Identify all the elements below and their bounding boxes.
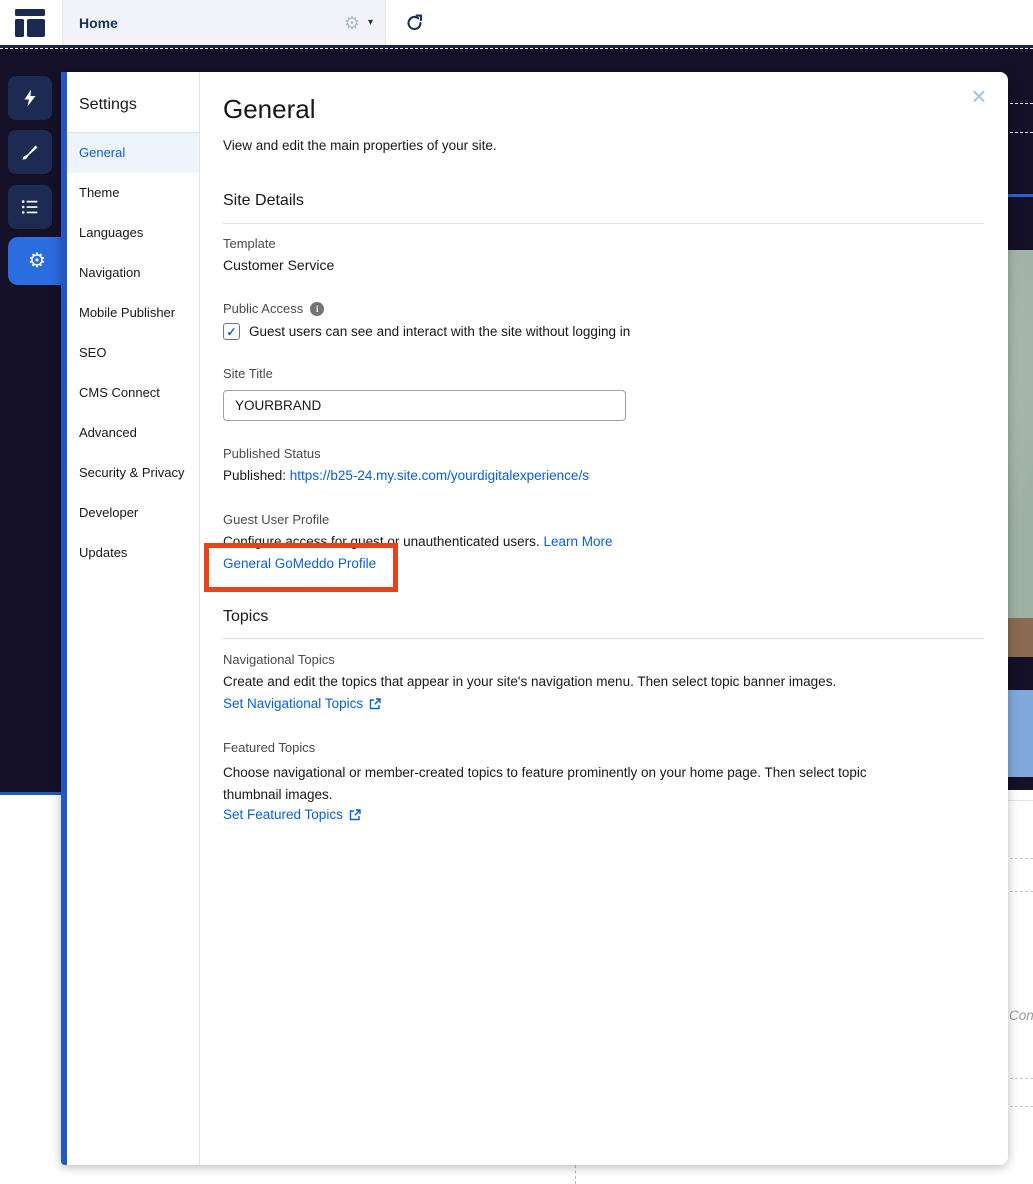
- canvas-text-fragment: Con: [1009, 1008, 1033, 1028]
- settings-panel: Settings General Theme Languages Navigat…: [61, 72, 1008, 1165]
- lightning-icon: [21, 89, 39, 107]
- set-featured-topics-link[interactable]: Set Featured Topics: [223, 807, 343, 822]
- settings-nav: General Theme Languages Navigation Mobil…: [67, 132, 199, 573]
- settings-nav-item-advanced[interactable]: Advanced: [67, 413, 199, 453]
- paintbrush-icon: [21, 143, 39, 161]
- refresh-icon: [405, 13, 425, 33]
- rail-pages-button[interactable]: [8, 185, 52, 229]
- public-access-checkbox[interactable]: ✓: [223, 323, 240, 340]
- public-access-label: Public Access: [223, 301, 303, 316]
- guest-profile-desc-text: Configure access for guest or unauthenti…: [223, 534, 543, 549]
- layout-template-icon: [14, 8, 46, 38]
- list-icon: [21, 198, 39, 216]
- settings-nav-item-languages[interactable]: Languages: [67, 213, 199, 253]
- builder-top-bar: Home ⚙ ▾: [0, 0, 1033, 48]
- public-access-checkbox-text: Guest users can see and interact with th…: [249, 324, 630, 339]
- site-details-heading: Site Details: [223, 192, 304, 210]
- canvas-guide-line: [575, 1165, 576, 1184]
- builder-logo-button[interactable]: [12, 7, 48, 39]
- refresh-button[interactable]: [392, 0, 438, 45]
- page-subtitle: View and edit the main properties of you…: [223, 138, 497, 153]
- settings-nav-item-developer[interactable]: Developer: [67, 493, 199, 533]
- settings-nav-item-updates[interactable]: Updates: [67, 533, 199, 573]
- set-navigational-topics-link[interactable]: Set Navigational Topics: [223, 696, 363, 711]
- set-featured-topics-row: Set Featured Topics: [223, 807, 361, 822]
- settings-nav-item-cms-connect[interactable]: CMS Connect: [67, 373, 199, 413]
- section-divider: [223, 223, 984, 224]
- guest-profile-link[interactable]: General GoMeddo Profile: [223, 556, 376, 571]
- topics-heading: Topics: [223, 608, 268, 626]
- published-prefix: Published:: [223, 468, 290, 483]
- experience-builder-window: Con Home ⚙ ▾: [0, 0, 1033, 1184]
- close-icon: ×: [971, 83, 986, 109]
- published-url-link[interactable]: https://b25-24.my.site.com/yourdigitalex…: [290, 468, 589, 483]
- settings-nav-item-navigation[interactable]: Navigation: [67, 253, 199, 293]
- featured-topics-description: Choose navigational or member-created to…: [223, 762, 923, 806]
- page-settings-button[interactable]: ⚙ ▾: [344, 14, 373, 32]
- template-value: Customer Service: [223, 257, 334, 273]
- page-selector[interactable]: Home ⚙ ▾: [62, 0, 386, 45]
- settings-nav-item-general[interactable]: General: [67, 133, 199, 173]
- learn-more-link[interactable]: Learn More: [543, 534, 612, 549]
- featured-topics-label: Featured Topics: [223, 740, 315, 755]
- chevron-down-icon: ▾: [368, 18, 373, 28]
- public-access-row: Public Access i: [223, 301, 324, 316]
- settings-nav-divider: [199, 72, 200, 1165]
- external-link-icon: [369, 698, 381, 710]
- rail-theme-button[interactable]: [8, 130, 52, 174]
- current-page-name: Home: [79, 15, 118, 31]
- navigational-topics-label: Navigational Topics: [223, 652, 335, 667]
- settings-panel-title: Settings: [79, 96, 137, 114]
- rail-settings-button-active[interactable]: ⚙: [8, 237, 66, 285]
- published-status-line: Published: https://b25-24.my.site.com/yo…: [223, 468, 589, 483]
- info-icon[interactable]: i: [310, 302, 324, 316]
- rail-components-button[interactable]: [8, 76, 52, 120]
- public-access-checkbox-row: ✓ Guest users can see and interact with …: [223, 323, 630, 340]
- section-divider: [223, 638, 984, 639]
- page-title: General: [223, 92, 316, 126]
- settings-nav-item-theme[interactable]: Theme: [67, 173, 199, 213]
- settings-nav-item-security-privacy[interactable]: Security & Privacy: [67, 453, 199, 493]
- guest-profile-description: Configure access for guest or unauthenti…: [223, 534, 612, 549]
- canvas-dropzone-divider: [0, 48, 1033, 49]
- site-title-label: Site Title: [223, 366, 273, 381]
- external-link-icon: [349, 809, 361, 821]
- settings-gear-icon: ⚙: [28, 251, 46, 271]
- navigational-topics-description: Create and edit the topics that appear i…: [223, 674, 836, 689]
- site-title-input[interactable]: [223, 390, 626, 421]
- set-navigational-topics-row: Set Navigational Topics: [223, 696, 381, 711]
- template-label: Template: [223, 236, 276, 251]
- guest-user-profile-label: Guest User Profile: [223, 512, 329, 527]
- settings-nav-item-mobile-publisher[interactable]: Mobile Publisher: [67, 293, 199, 333]
- published-status-label: Published Status: [223, 446, 321, 461]
- settings-nav-item-seo[interactable]: SEO: [67, 333, 199, 373]
- canvas-selection-line-left: [0, 792, 61, 795]
- page-gear-icon: ⚙: [344, 14, 360, 32]
- close-button[interactable]: ×: [965, 82, 993, 110]
